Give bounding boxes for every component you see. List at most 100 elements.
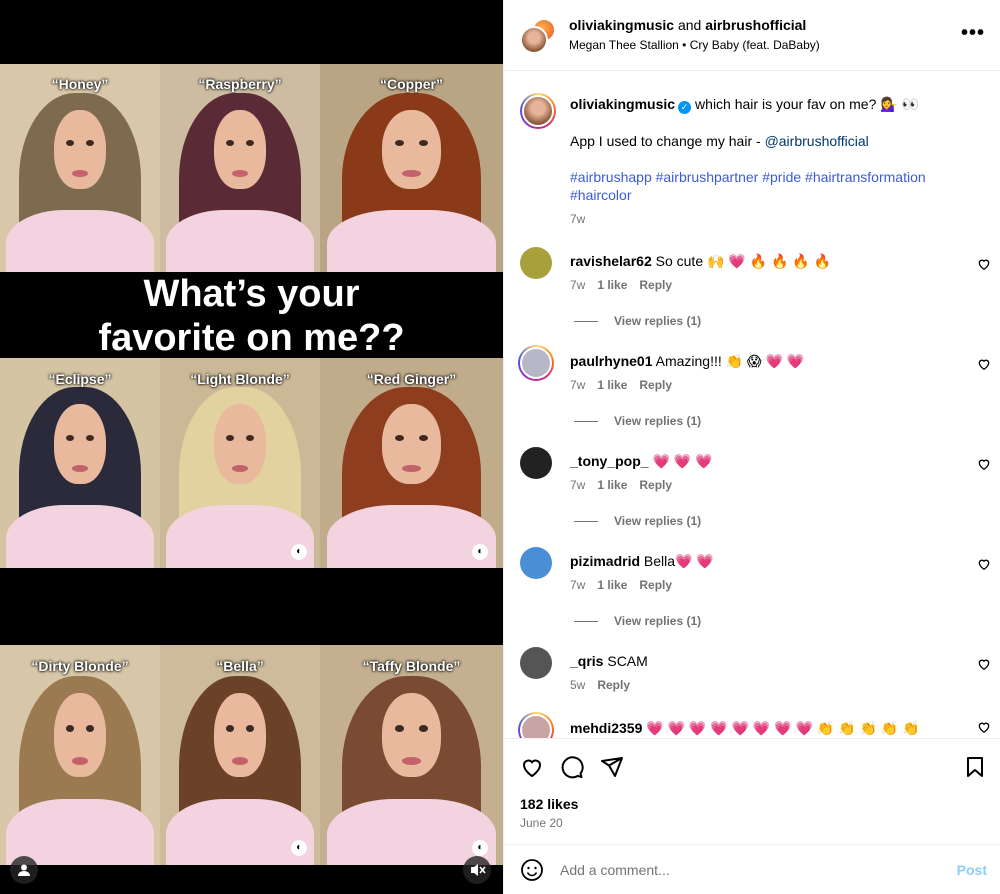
hair-color-tile: “Taffy Blonde” ◐	[320, 645, 503, 865]
comment-text: pizimadrid Bella💗 💗	[570, 553, 714, 570]
header-username-1[interactable]: oliviakingmusic	[569, 17, 674, 33]
comment-text: _qris SCAM	[570, 653, 648, 669]
avatar[interactable]	[518, 712, 554, 738]
like-heart-icon[interactable]	[520, 755, 544, 779]
comment-username[interactable]: ravishelar62	[570, 253, 652, 269]
comment-body: 💗 💗 💗	[652, 453, 713, 469]
save-bookmark-icon[interactable]	[963, 755, 987, 779]
comment-username[interactable]: pizimadrid	[570, 553, 640, 569]
tile-caption: “Dirty Blonde”	[31, 658, 129, 675]
header-username-2[interactable]: airbrushofficial	[705, 17, 806, 33]
avatar[interactable]	[520, 647, 552, 679]
reply-button[interactable]: Reply	[639, 378, 672, 392]
tile-caption: “Eclipse”	[48, 370, 112, 387]
comments-scroll-area[interactable]: oliviakingmusic ✓ which hair is your fav o…	[504, 71, 1000, 738]
header-usernames: oliviakingmusic and airbrushofficial	[569, 17, 806, 33]
hair-color-tile: “Dirty Blonde”	[0, 645, 160, 865]
tagged-user-icon[interactable]	[10, 856, 38, 884]
comment-body: So cute 🙌 💗 🔥 🔥 🔥 🔥	[655, 253, 832, 269]
comment-text: mehdi2359 💗 💗 💗 💗 💗 💗 💗 💗 👏 👏 👏 👏 👏	[570, 720, 920, 737]
reply-button[interactable]: Reply	[639, 478, 672, 492]
comment-username[interactable]: _tony_pop_	[570, 453, 649, 469]
comment-like-icon[interactable]	[977, 657, 991, 671]
more-options-icon[interactable]: •••	[961, 22, 985, 45]
audio-track-link[interactable]: Megan Thee Stallion • Cry Baby (feat. Da…	[569, 38, 820, 52]
comment-text: paulrhyne01 Amazing!!! 👏 😱 💗 💗	[570, 353, 804, 370]
hair-color-tile: “Raspberry”	[160, 64, 320, 272]
emoji-icon[interactable]	[520, 858, 544, 882]
post-comment-button[interactable]: Post	[957, 862, 987, 878]
comment-meta: 5w Reply	[570, 678, 642, 692]
hair-color-tile: “Eclipse”	[0, 358, 160, 568]
comment-text: ravishelar62 So cute 🙌 💗 🔥 🔥 🔥 🔥	[570, 253, 831, 270]
tile-caption: “Bella”	[216, 658, 264, 675]
view-replies-button[interactable]: View replies (1)	[574, 314, 701, 328]
hair-color-tile: “Red Ginger” ◐	[320, 358, 503, 568]
view-replies-button[interactable]: View replies (1)	[574, 514, 701, 528]
hair-color-tile: “Light Blonde” ◐	[160, 358, 320, 568]
app-watermark-icon: ◐	[472, 543, 489, 560]
comment-like-icon[interactable]	[977, 457, 991, 471]
header-and: and	[677, 17, 702, 33]
caption-username[interactable]: oliviakingmusic	[570, 96, 675, 112]
comment-username[interactable]: paulrhyne01	[570, 353, 652, 369]
view-replies-button[interactable]: View replies (1)	[574, 414, 701, 428]
avatar[interactable]	[518, 345, 554, 381]
add-comment-bar: Add a comment... Post	[504, 844, 1000, 894]
comment-username[interactable]: mehdi2359	[570, 720, 642, 736]
tile-caption: “Honey”	[51, 76, 109, 93]
comment-text: _tony_pop_ 💗 💗 💗	[570, 453, 713, 470]
hair-color-tile: “Copper”	[320, 64, 503, 272]
comment-meta: 7w 1 like Reply	[570, 478, 684, 492]
app-watermark-icon: ◐	[291, 543, 308, 560]
comment-input[interactable]: Add a comment...	[560, 862, 670, 878]
post-caption: oliviakingmusic ✓ which hair is your fav o…	[570, 93, 980, 228]
comment-time[interactable]: 7w	[570, 278, 585, 292]
caption-avatar[interactable]	[520, 93, 556, 129]
reply-button[interactable]: Reply	[639, 278, 672, 292]
caption-time[interactable]: 7w	[570, 210, 980, 228]
post-side-panel: oliviakingmusic and airbrushofficial Meg…	[503, 0, 1000, 894]
collab-avatars[interactable]	[520, 18, 556, 54]
comment-body: Bella💗 💗	[643, 553, 714, 569]
post-media[interactable]: “Taffy Blonde” ◐ “Bella” ◐ “Dirty Blonde” “Re…	[0, 0, 503, 894]
comment-time[interactable]: 7w	[570, 578, 585, 592]
avatar[interactable]	[520, 547, 552, 579]
avatar[interactable]	[520, 247, 552, 279]
post-actions: 182 likes June 20	[504, 738, 1000, 844]
reply-button[interactable]: Reply	[639, 578, 672, 592]
post-date[interactable]: June 20	[520, 816, 563, 830]
comment-like-icon[interactable]	[977, 720, 991, 734]
comment-body: 💗 💗 💗 💗 💗 💗 💗 💗 👏 👏 👏 👏 👏	[646, 720, 920, 736]
post-header: oliviakingmusic and airbrushofficial Meg…	[504, 0, 1000, 71]
verified-badge-icon: ✓	[678, 101, 692, 114]
comment-icon[interactable]	[560, 755, 584, 779]
caption-text: which hair is your fav on me? 💁‍♀️ 👀	[695, 96, 919, 112]
comment-like-count[interactable]: 1 like	[597, 578, 627, 592]
comment-like-icon[interactable]	[977, 257, 991, 271]
comment-like-count[interactable]: 1 like	[597, 278, 627, 292]
comment-time[interactable]: 7w	[570, 478, 585, 492]
avatar[interactable]	[520, 26, 548, 54]
comment-like-icon[interactable]	[977, 357, 991, 371]
avatar[interactable]	[520, 447, 552, 479]
comment-body: SCAM	[607, 653, 648, 669]
comment-meta: 7w 1 like Reply	[570, 378, 684, 392]
tile-caption: “Taffy Blonde”	[362, 658, 461, 675]
comment-time[interactable]: 5w	[570, 678, 585, 692]
comment-like-count[interactable]: 1 like	[597, 478, 627, 492]
headline-line-2: favorite on me??	[98, 317, 405, 359]
comment-like-icon[interactable]	[977, 557, 991, 571]
like-count[interactable]: 182 likes	[520, 796, 578, 812]
comment-like-count[interactable]: 1 like	[597, 378, 627, 392]
mute-icon[interactable]	[463, 856, 491, 884]
comment-body: Amazing!!! 👏 😱 💗 💗	[655, 353, 805, 369]
hashtags[interactable]: #airbrushapp #airbrushpartner #pride #ha…	[570, 168, 980, 204]
share-icon[interactable]	[600, 755, 624, 779]
view-replies-button[interactable]: View replies (1)	[574, 614, 701, 628]
mention-link[interactable]: @airbrushofficial	[765, 133, 869, 149]
tile-caption: “Raspberry”	[198, 76, 282, 93]
comment-time[interactable]: 7w	[570, 378, 585, 392]
comment-username[interactable]: _qris	[570, 653, 603, 669]
reply-button[interactable]: Reply	[597, 678, 630, 692]
